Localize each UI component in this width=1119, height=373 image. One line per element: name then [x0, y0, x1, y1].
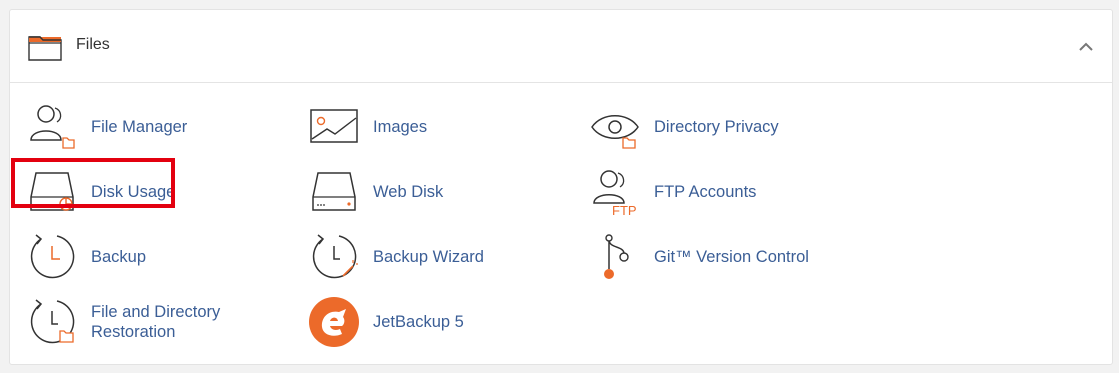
panel-header[interactable]: Files — [10, 10, 1112, 83]
jetbackup-label: JetBackup 5 — [373, 313, 464, 331]
ftp-accounts-label: FTP Accounts — [654, 183, 757, 201]
web-disk-link[interactable]: Web Disk — [309, 167, 509, 217]
restoration-icon — [30, 299, 75, 344]
ftp-accounts-icon: FTP — [593, 170, 637, 217]
backup-label: Backup — [91, 248, 147, 266]
file-directory-restoration-link[interactable]: File and Directory Restoration — [27, 297, 247, 347]
jetbackup-link[interactable]: JetBackup 5 — [309, 297, 509, 347]
backup-wizard-label: Backup Wizard — [373, 248, 484, 266]
disk-usage-link[interactable]: Disk Usage — [27, 167, 227, 217]
directory-privacy-label: Directory Privacy — [654, 118, 779, 136]
disk-usage-icon — [30, 172, 74, 211]
svg-text:FTP: FTP — [612, 203, 637, 217]
jetbackup-icon — [309, 297, 359, 347]
images-label: Images — [373, 118, 428, 136]
file-manager-link[interactable]: File Manager — [27, 102, 247, 152]
images-link[interactable]: Images — [309, 102, 509, 152]
images-icon — [310, 109, 358, 143]
file-manager-icon — [30, 105, 75, 149]
chevron-up-icon[interactable] — [1076, 37, 1096, 57]
web-disk-label: Web Disk — [373, 183, 444, 201]
backup-wizard-link[interactable]: Backup Wizard — [309, 232, 529, 282]
panel-title: Files — [76, 36, 110, 53]
ftp-accounts-link[interactable]: FTP FTP Accounts — [590, 167, 830, 217]
git-version-control-link[interactable]: Git™ Version Control — [590, 232, 850, 282]
directory-privacy-link[interactable]: Directory Privacy — [590, 102, 830, 152]
backup-icon — [30, 234, 75, 279]
backup-wizard-icon — [312, 234, 358, 279]
web-disk-icon — [312, 172, 356, 211]
disk-usage-label: Disk Usage — [91, 183, 176, 201]
git-version-control-label: Git™ Version Control — [654, 248, 809, 266]
backup-link[interactable]: Backup — [27, 232, 227, 282]
git-icon — [604, 234, 629, 279]
restoration-label-line1: File and Directory — [91, 303, 221, 321]
restoration-label-line2: Restoration — [91, 323, 176, 341]
folder-icon — [28, 36, 62, 61]
directory-privacy-icon — [591, 115, 639, 149]
file-manager-label: File Manager — [91, 118, 188, 136]
